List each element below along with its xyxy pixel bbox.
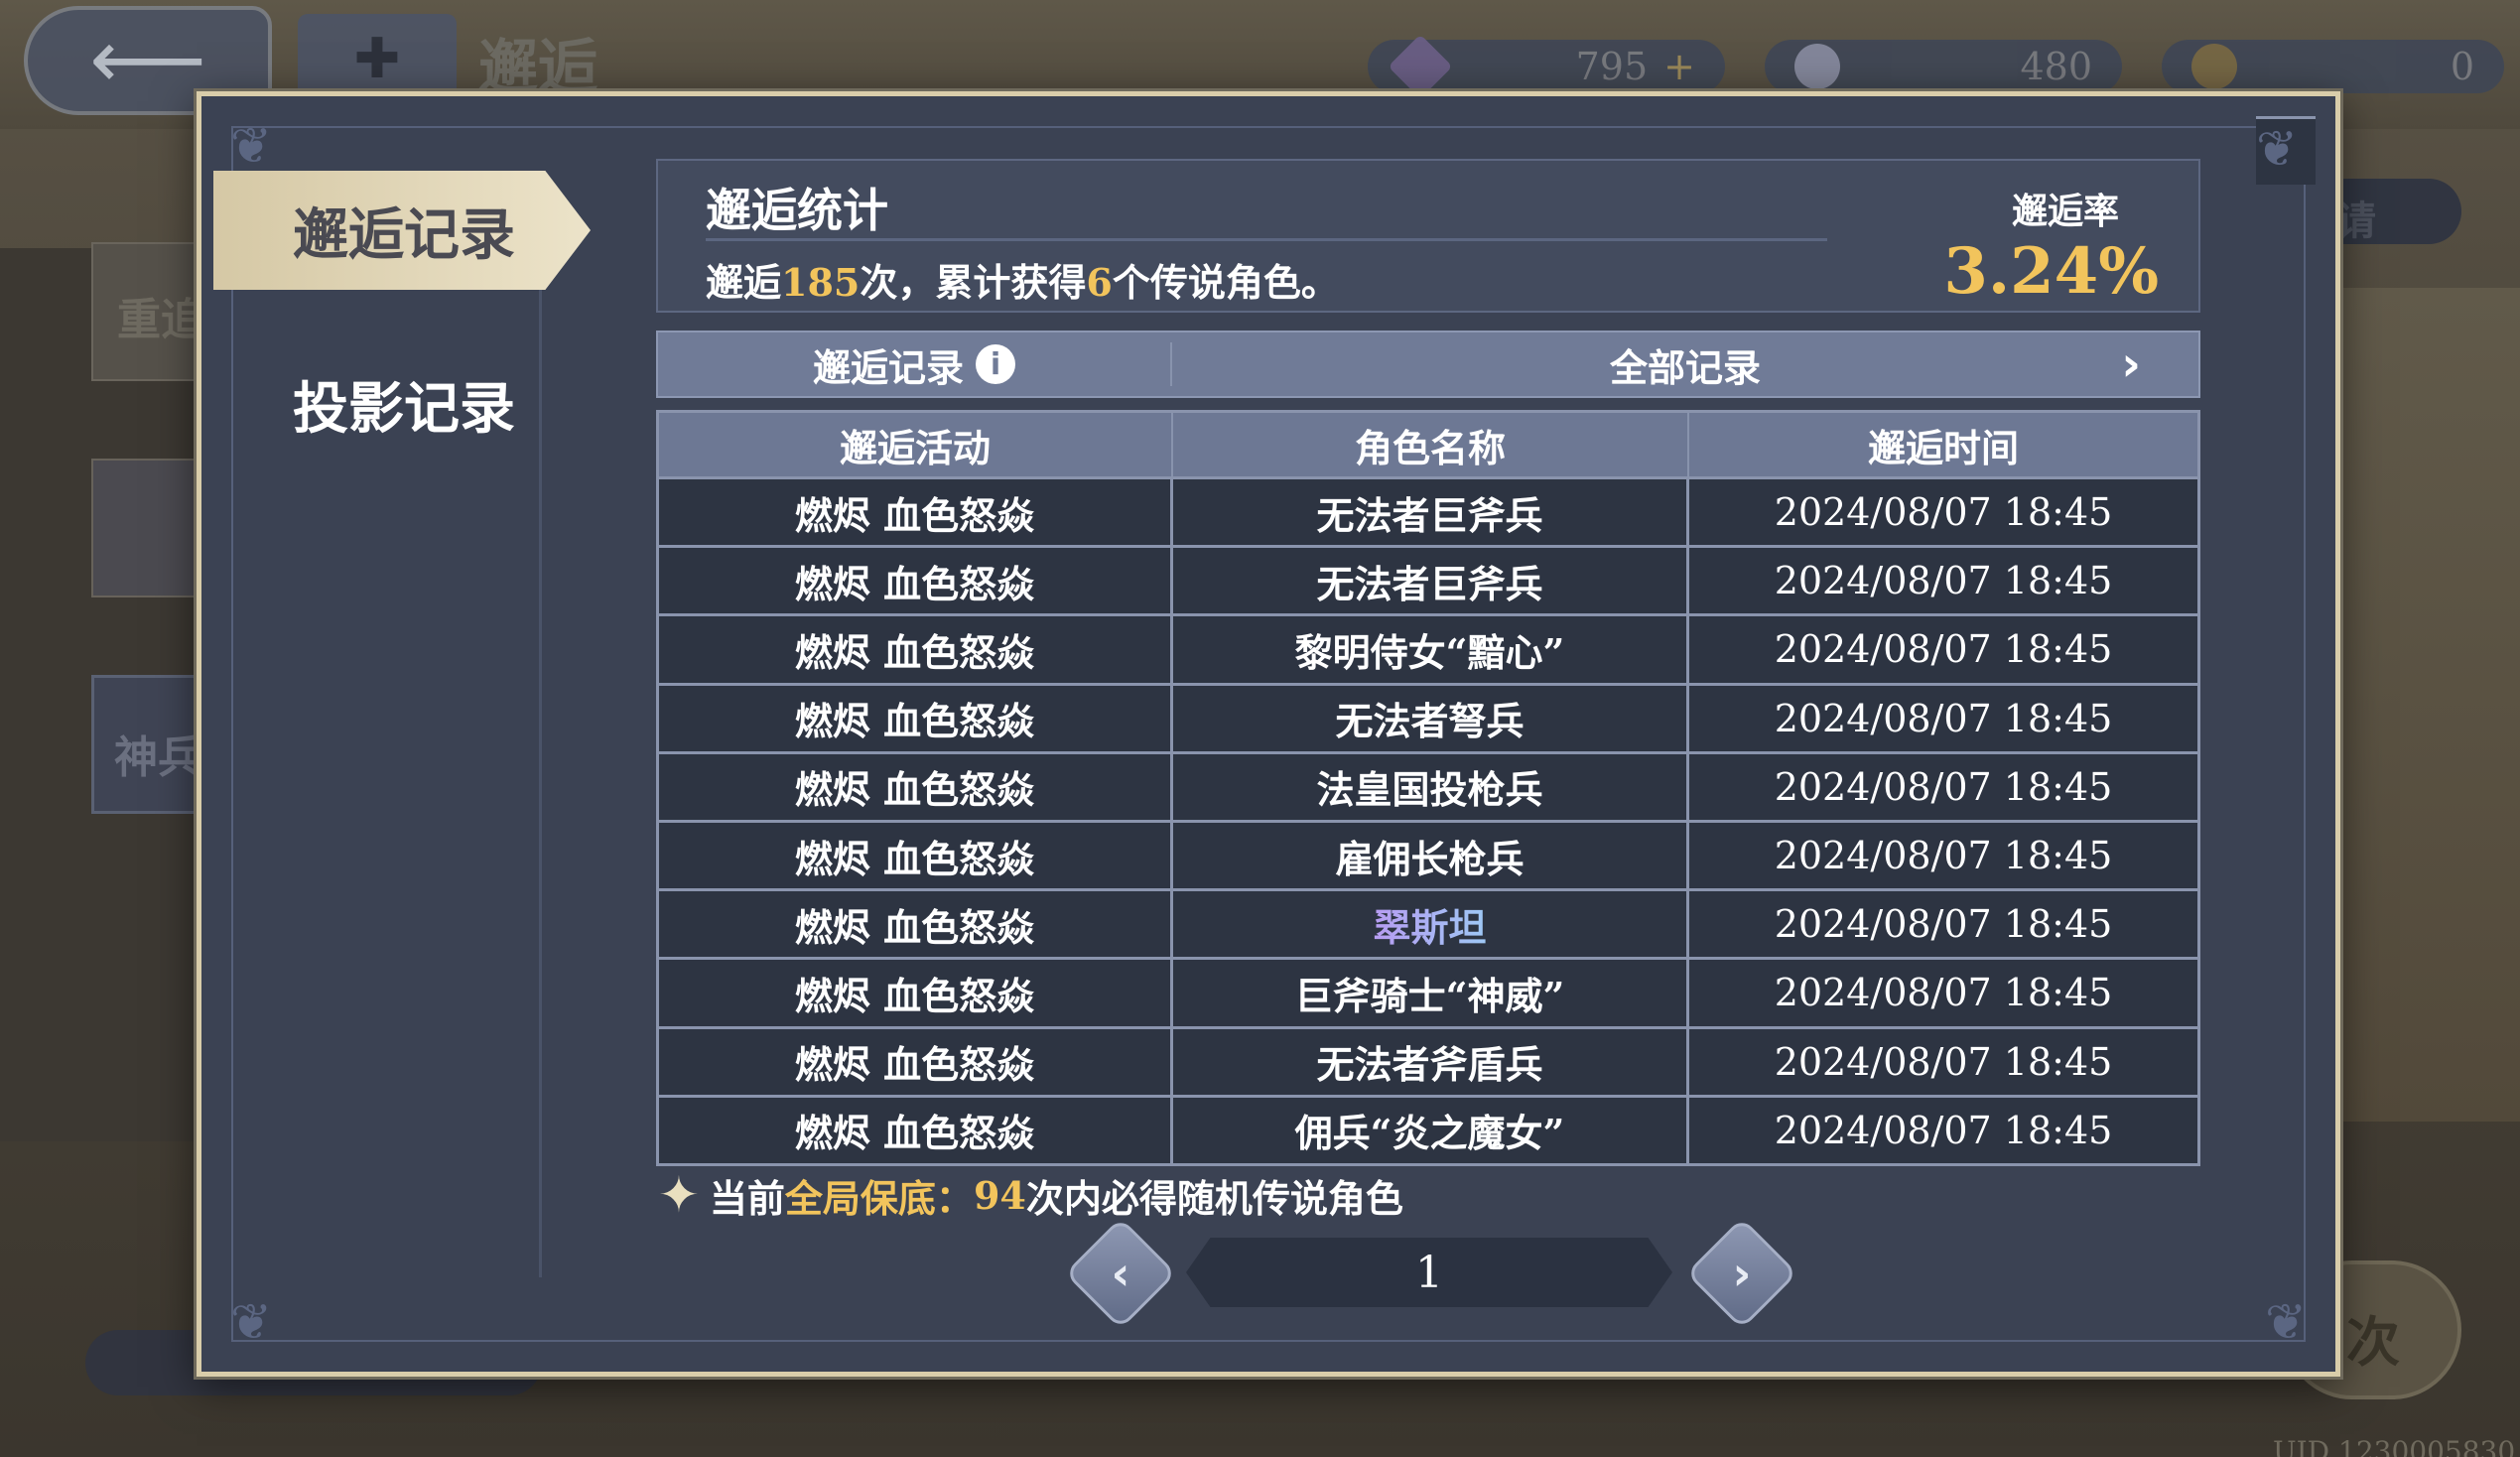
record-filter-bar: 邂逅记录 i 全部记录 › bbox=[656, 331, 2200, 398]
header-time: 邂逅时间 bbox=[1867, 425, 2019, 470]
stats-divider bbox=[706, 238, 1827, 241]
table-row: 燃烬 血色怒焱 佣兵“炎之魔女” 2024/08/07 18:45 bbox=[659, 1094, 2197, 1163]
cell-activity: 燃烬 血色怒焱 bbox=[659, 891, 1173, 958]
table-row: 燃烬 血色怒焱 无法者巨斧兵 2024/08/07 18:45 bbox=[659, 476, 2197, 546]
info-icon[interactable]: i bbox=[976, 344, 1015, 384]
cell-character: 无法者斧盾兵 bbox=[1173, 1028, 1689, 1095]
stats-title: 邂逅统计 bbox=[706, 184, 888, 237]
crystal-icon bbox=[1388, 34, 1453, 99]
stats-mid: 次，累计获得 bbox=[860, 260, 1087, 305]
header-activity: 邂逅活动 bbox=[659, 413, 1173, 476]
rate-value: 3.24% bbox=[1943, 234, 2159, 309]
cell-activity: 燃烬 血色怒焱 bbox=[659, 616, 1173, 683]
sparkle-icon: ✦ bbox=[658, 1166, 700, 1224]
right-background-panel bbox=[2322, 288, 2520, 1122]
cell-character: 无法者巨斧兵 bbox=[1173, 548, 1689, 614]
table-row: 燃烬 血色怒焱 黎明侍女“黯心” 2024/08/07 18:45 bbox=[659, 613, 2197, 683]
back-arrow-icon: ⟵ bbox=[89, 13, 206, 107]
menu-icon[interactable]: ✚ bbox=[298, 14, 457, 103]
header-character: 角色名称 bbox=[1173, 413, 1689, 476]
table-row: 燃烬 血色怒焱 雇佣长枪兵 2024/08/07 18:45 bbox=[659, 819, 2197, 889]
uid-label: UID 1230005830 bbox=[2273, 1435, 2516, 1457]
cell-character: 巨斧骑士“神威” bbox=[1173, 960, 1689, 1026]
cell-time: 2024/08/07 18:45 bbox=[1774, 696, 2113, 740]
pity-count: 94 bbox=[973, 1172, 1026, 1218]
cell-time: 2024/08/07 18:45 bbox=[1774, 971, 2113, 1015]
prev-page-button[interactable]: ‹ bbox=[1064, 1217, 1177, 1330]
legendary-character-name: 翠斯坦 bbox=[1373, 897, 1486, 952]
cell-activity: 燃烬 血色怒焱 bbox=[659, 960, 1173, 1026]
cell-time: 2024/08/07 18:45 bbox=[1774, 764, 2113, 809]
table-header: 邂逅活动 角色名称 邂逅时间 bbox=[659, 413, 2197, 476]
stats-summary: 邂逅185次，累计获得6个传说角色。 bbox=[706, 252, 1339, 307]
currency-orb-value: 480 bbox=[2020, 45, 2092, 88]
all-records-label: 全部记录 bbox=[1609, 344, 1761, 390]
corner-ornament-icon: ❦ bbox=[2265, 1293, 2307, 1351]
stats-prefix: 邂逅 bbox=[706, 260, 782, 305]
cell-character: 无法者巨斧兵 bbox=[1173, 479, 1689, 546]
chevron-right-icon: › bbox=[1732, 1247, 1752, 1300]
next-page-button[interactable]: › bbox=[1685, 1217, 1798, 1330]
corner-ornament-icon: ❦ bbox=[230, 117, 272, 175]
cell-character: 雇佣长枪兵 bbox=[1173, 822, 1689, 889]
pity-suffix: 次内必得随机传说角色 bbox=[1025, 1175, 1403, 1221]
orb-icon bbox=[1794, 44, 1840, 89]
corner-ornament-icon: ❦ bbox=[230, 1293, 272, 1351]
chevron-right-icon[interactable]: › bbox=[2121, 336, 2141, 392]
stats-suffix: 个传说角色。 bbox=[1112, 260, 1339, 305]
corner-ornament-icon: ❦ bbox=[2256, 116, 2316, 186]
cell-activity: 燃烬 血色怒焱 bbox=[659, 822, 1173, 889]
currency-moon-coin-value: 0 bbox=[2450, 45, 2474, 88]
tab-projection-records[interactable]: 投影记录 bbox=[213, 344, 551, 464]
add-currency-icon[interactable]: + bbox=[1663, 45, 1695, 88]
cell-time: 2024/08/07 18:45 bbox=[1774, 1039, 2113, 1084]
cell-character: 佣兵“炎之魔女” bbox=[1173, 1097, 1689, 1163]
currency-crystal-value: 795 bbox=[1575, 45, 1649, 88]
cell-activity: 燃烬 血色怒焱 bbox=[659, 1097, 1173, 1163]
table-row: 燃烬 血色怒焱 巨斧骑士“神威” 2024/08/07 18:45 bbox=[659, 957, 2197, 1026]
page-number: 1 bbox=[1186, 1238, 1672, 1307]
currency-moon-coin[interactable]: 0 bbox=[2162, 40, 2504, 93]
pity-highlight: 全局保底： bbox=[784, 1175, 974, 1221]
cell-time: 2024/08/07 18:45 bbox=[1774, 902, 2113, 947]
cell-character-legendary: 翠斯坦 bbox=[1173, 891, 1689, 958]
cell-character: 法皇国投枪兵 bbox=[1173, 753, 1689, 820]
table-row: 燃烬 血色怒焱 翠斯坦 2024/08/07 18:45 bbox=[659, 888, 2197, 958]
cell-character: 黎明侍女“黯心” bbox=[1173, 616, 1689, 683]
cell-time: 2024/08/07 18:45 bbox=[1774, 1108, 2113, 1152]
stats-count: 185 bbox=[781, 260, 861, 305]
cell-activity: 燃烬 血色怒焱 bbox=[659, 753, 1173, 820]
cell-time: 2024/08/07 18:45 bbox=[1774, 559, 2113, 603]
cell-time: 2024/08/07 18:45 bbox=[1774, 490, 2113, 535]
encounter-stats-panel: 邂逅统计 邂逅185次，累计获得6个传说角色。 邂逅率 3.24% bbox=[656, 159, 2200, 313]
record-label: 邂逅记录 i bbox=[658, 342, 1172, 390]
currency-orb[interactable]: 480 bbox=[1765, 40, 2122, 93]
currency-crystal[interactable]: 795 + bbox=[1368, 34, 1725, 99]
record-modal: ❦ ❦ ❦ ❦ 邂逅记录 投影记录 邂逅统计 邂逅185次，累计获得6个传说角色… bbox=[197, 91, 2340, 1377]
cell-character: 无法者弩兵 bbox=[1173, 685, 1689, 751]
cell-activity: 燃烬 血色怒焱 bbox=[659, 548, 1173, 614]
all-records-filter[interactable]: 全部记录 › bbox=[1172, 336, 2198, 392]
table-row: 燃烬 血色怒焱 无法者斧盾兵 2024/08/07 18:45 bbox=[659, 1025, 2197, 1095]
cell-time: 2024/08/07 18:45 bbox=[1774, 834, 2113, 878]
table-row: 燃烬 血色怒焱 法皇国投枪兵 2024/08/07 18:45 bbox=[659, 750, 2197, 820]
cell-activity: 燃烬 血色怒焱 bbox=[659, 685, 1173, 751]
tab-encounter-records[interactable]: 邂逅记录 bbox=[213, 171, 591, 290]
pity-notice: ✦ 当前 全局保底： 94 次内必得随机传说角色 bbox=[658, 1166, 1403, 1224]
stats-legend-count: 6 bbox=[1086, 260, 1113, 305]
chevron-left-icon: ‹ bbox=[1111, 1247, 1130, 1300]
table-row: 燃烬 血色怒焱 无法者弩兵 2024/08/07 18:45 bbox=[659, 682, 2197, 751]
rate-label: 邂逅率 bbox=[2011, 191, 2119, 232]
record-label-text: 邂逅记录 bbox=[812, 344, 964, 390]
table-row: 燃烬 血色怒焱 无法者巨斧兵 2024/08/07 18:45 bbox=[659, 545, 2197, 614]
pity-prefix: 当前 bbox=[709, 1175, 785, 1221]
cell-time: 2024/08/07 18:45 bbox=[1774, 627, 2113, 672]
moon-coin-icon bbox=[2191, 44, 2237, 89]
cell-activity: 燃烬 血色怒焱 bbox=[659, 1028, 1173, 1095]
cell-activity: 燃烬 血色怒焱 bbox=[659, 479, 1173, 546]
records-table: 邂逅活动 角色名称 邂逅时间 燃烬 血色怒焱 无法者巨斧兵 2024/08/07… bbox=[656, 410, 2200, 1166]
